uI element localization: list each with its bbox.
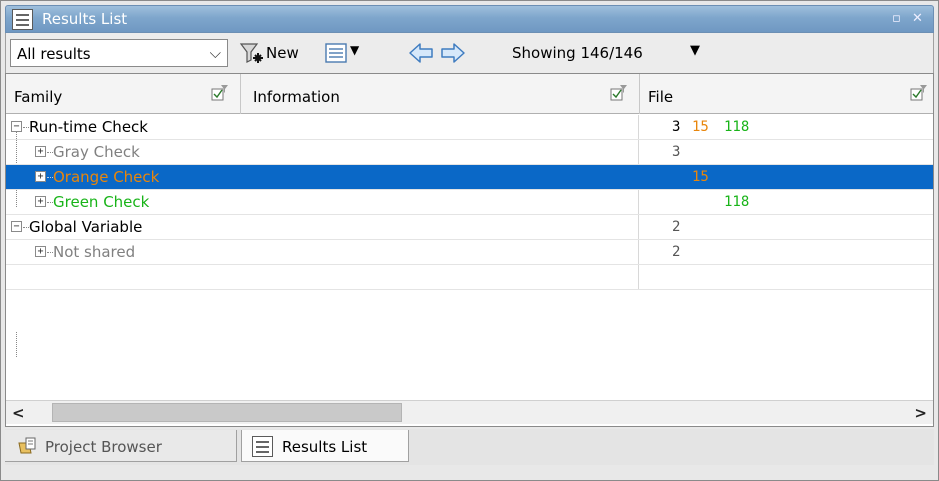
results-table: Family Information File − Run-time Check… bbox=[5, 73, 934, 427]
file-count: 3 bbox=[672, 144, 681, 160]
table-row[interactable]: + Green Check 118 bbox=[6, 190, 933, 215]
close-icon[interactable]: ✕ bbox=[912, 11, 923, 26]
file-cell: 3 15 118 bbox=[640, 115, 933, 139]
scroll-left-icon[interactable]: < bbox=[12, 404, 25, 422]
results-filter-select[interactable]: All results ⌵ bbox=[10, 39, 228, 67]
back-arrow-icon[interactable] bbox=[408, 41, 434, 65]
scroll-right-icon[interactable]: > bbox=[914, 404, 927, 422]
column-label-file: File bbox=[648, 88, 674, 106]
results-filter-value: All results bbox=[17, 45, 91, 63]
expand-icon[interactable]: + bbox=[35, 246, 46, 257]
family-label: Gray Check bbox=[53, 143, 140, 161]
tab-project-browser[interactable]: Project Browser bbox=[5, 430, 237, 462]
column-header-file[interactable]: File bbox=[640, 74, 933, 114]
file-cell: 15 bbox=[640, 165, 933, 189]
columns-icon[interactable] bbox=[324, 42, 350, 64]
table-header: Family Information File bbox=[6, 74, 933, 114]
column-label-information: Information bbox=[253, 88, 340, 106]
filter-new-icon[interactable] bbox=[239, 41, 265, 65]
family-cell: + Not shared bbox=[6, 240, 639, 264]
family-cell: − Global Variable bbox=[6, 215, 639, 239]
collapse-icon[interactable]: − bbox=[11, 121, 22, 132]
family-label: Orange Check bbox=[53, 168, 160, 186]
columns-dropdown-icon[interactable]: ▼ bbox=[350, 43, 359, 57]
showing-dropdown-icon[interactable]: ▼ bbox=[690, 43, 700, 58]
table-row[interactable]: + Gray Check 3 bbox=[6, 140, 933, 165]
table-row-empty bbox=[6, 265, 933, 290]
family-label: Green Check bbox=[53, 193, 150, 211]
file-cell: 2 bbox=[640, 240, 933, 264]
table-row[interactable]: + Orange Check 15 bbox=[6, 165, 933, 190]
tab-results-list[interactable]: Results List bbox=[241, 430, 409, 462]
results-list-icon bbox=[12, 9, 33, 30]
expand-icon[interactable]: + bbox=[35, 171, 46, 182]
expand-icon[interactable]: + bbox=[35, 146, 46, 157]
new-filter-button[interactable]: New bbox=[266, 44, 299, 62]
column-header-family[interactable]: Family bbox=[6, 74, 241, 114]
column-filter-icon[interactable] bbox=[211, 84, 229, 102]
file-count: 118 bbox=[724, 194, 750, 210]
file-count: 2 bbox=[672, 244, 681, 260]
collapse-icon[interactable]: − bbox=[11, 221, 22, 232]
horizontal-scrollbar[interactable]: < > bbox=[6, 400, 933, 424]
file-count: 15 bbox=[692, 169, 709, 185]
family-cell: − Run-time Check bbox=[6, 115, 639, 139]
table-row[interactable]: + Not shared 2 bbox=[6, 240, 933, 265]
restore-icon[interactable]: ▫ bbox=[892, 11, 901, 26]
title-bar[interactable]: Results List ▫ ✕ bbox=[5, 5, 934, 33]
column-filter-icon[interactable] bbox=[610, 84, 628, 102]
forward-arrow-icon[interactable] bbox=[440, 41, 466, 65]
project-browser-icon bbox=[18, 437, 36, 454]
results-list-icon bbox=[252, 436, 273, 457]
table-row[interactable]: − Run-time Check 3 15 118 bbox=[6, 115, 933, 140]
chevron-down-icon[interactable]: ⌵ bbox=[210, 44, 221, 62]
tree-connector bbox=[16, 332, 17, 357]
showing-count[interactable]: Showing 146/146 bbox=[512, 44, 643, 62]
file-count-green: 118 bbox=[724, 119, 750, 135]
table-row[interactable]: − Global Variable 2 bbox=[6, 215, 933, 240]
tab-label: Project Browser bbox=[45, 438, 162, 456]
expand-icon[interactable]: + bbox=[35, 196, 46, 207]
scrollbar-thumb[interactable] bbox=[52, 403, 402, 422]
column-label-family: Family bbox=[14, 88, 63, 106]
family-cell: + Orange Check bbox=[6, 165, 639, 189]
toolbar: All results ⌵ New ▼ Showing 146/146 ▼ bbox=[5, 33, 934, 73]
column-header-information[interactable]: Information bbox=[241, 74, 640, 114]
file-count-orange: 15 bbox=[692, 119, 709, 135]
results-list-window: Results List ▫ ✕ All results ⌵ New ▼ Sho… bbox=[0, 0, 939, 481]
file-cell: 118 bbox=[640, 190, 933, 214]
family-label: Global Variable bbox=[29, 218, 143, 236]
family-cell: + Gray Check bbox=[6, 140, 639, 164]
bottom-tab-bar: Project Browser Results List bbox=[5, 429, 934, 465]
file-count-gray: 3 bbox=[672, 119, 681, 135]
family-cell: + Green Check bbox=[6, 190, 639, 214]
window-title: Results List bbox=[42, 10, 128, 28]
tab-label: Results List bbox=[282, 438, 368, 456]
family-label: Run-time Check bbox=[29, 118, 148, 136]
file-count: 2 bbox=[672, 219, 681, 235]
column-filter-icon[interactable] bbox=[910, 84, 928, 102]
family-label: Not shared bbox=[53, 243, 136, 261]
file-cell: 2 bbox=[640, 215, 933, 239]
file-cell: 3 bbox=[640, 140, 933, 164]
